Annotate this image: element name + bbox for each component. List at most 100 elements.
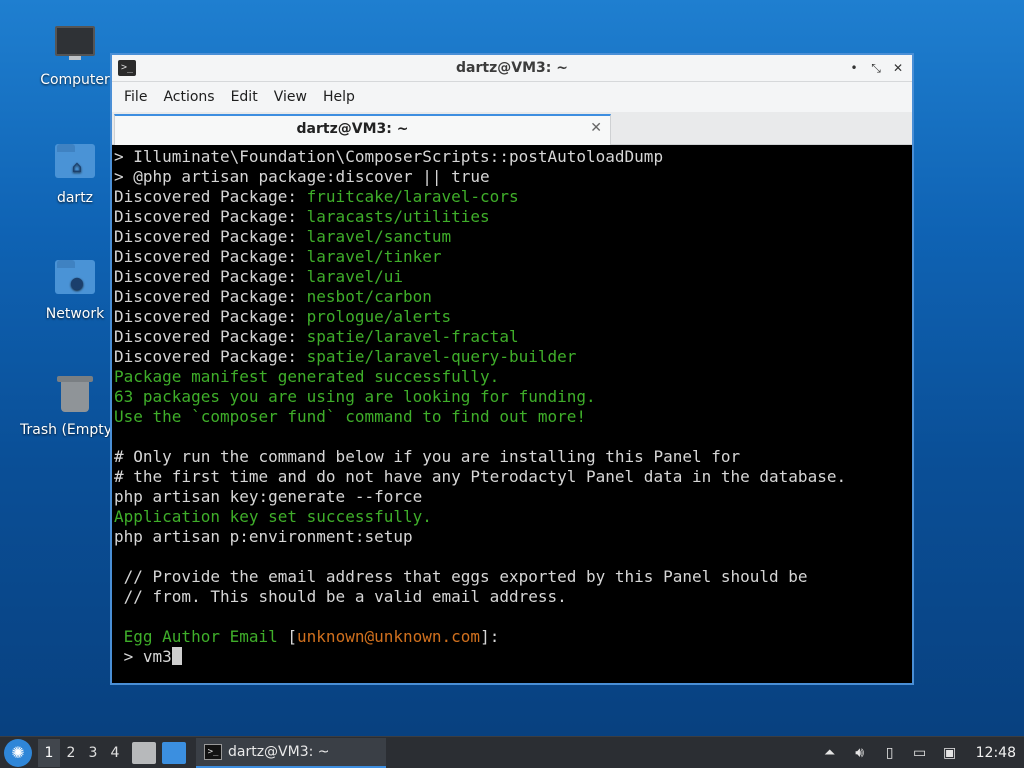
terminal-line: Discovered Package: fruitcake/laravel-co… <box>114 187 912 207</box>
terminal-line: Discovered Package: laravel/sanctum <box>114 227 912 247</box>
terminal-window[interactable]: >_ dartz@VM3: ~ • ⤡ ✕ File Actions Edit … <box>110 53 914 685</box>
terminal-line: Discovered Package: laravel/tinker <box>114 247 912 267</box>
text-cursor <box>171 647 182 665</box>
terminal-line: php artisan p:environment:setup <box>114 527 912 547</box>
terminal-text: # Only run the command below if you are … <box>114 447 741 466</box>
home-folder-icon: ⌂ <box>53 140 97 184</box>
terminal-line: # Only run the command below if you are … <box>114 447 912 467</box>
terminal-text: Discovered Package: <box>114 327 307 346</box>
terminal-line: Discovered Package: spatie/laravel-query… <box>114 347 912 367</box>
terminal-line: Discovered Package: laracasts/utilities <box>114 207 912 227</box>
taskbar-task-label: dartz@VM3: ~ <box>228 743 330 760</box>
terminal-text: laravel/ui <box>306 267 403 286</box>
terminal-text: # the first time and do not have any Pte… <box>114 467 847 486</box>
terminal-line: Use the `composer fund` command to find … <box>114 407 912 427</box>
terminal-line: # the first time and do not have any Pte… <box>114 467 912 487</box>
notes-tray-icon[interactable]: ▯ <box>880 743 900 763</box>
menu-bar: File Actions Edit View Help <box>112 82 912 112</box>
terminal-line: php artisan key:generate --force <box>114 487 912 507</box>
terminal-text: Discovered Package: <box>114 347 307 366</box>
terminal-text: Use the `composer fund` command to find … <box>114 407 587 426</box>
workspace-3[interactable]: 3 <box>82 739 104 767</box>
terminal-text: laravel/tinker <box>306 247 442 266</box>
terminal-line: Discovered Package: laravel/ui <box>114 267 912 287</box>
terminal-text: php artisan p:environment:setup <box>114 527 413 546</box>
terminal-text: Discovered Package: <box>114 207 307 226</box>
show-desktop-icon[interactable] <box>162 741 186 764</box>
menu-view[interactable]: View <box>266 89 315 105</box>
terminal-text: Egg Author Email <box>114 627 288 646</box>
update-tray-icon[interactable]: ▣ <box>940 743 960 763</box>
workspace-4[interactable]: 4 <box>104 739 126 767</box>
file-manager-launcher-icon[interactable] <box>132 741 156 764</box>
terminal-output[interactable]: > Illuminate\Foundation\ComposerScripts:… <box>112 147 912 683</box>
workspace-2[interactable]: 2 <box>60 739 82 767</box>
network-folder-icon: ● <box>53 256 97 300</box>
terminal-line: > Illuminate\Foundation\ComposerScripts:… <box>114 147 912 167</box>
clipboard-tray-icon[interactable]: ⏶ <box>820 743 840 763</box>
terminal-line: // Provide the email address that eggs e… <box>114 567 912 587</box>
terminal-text: Discovered Package: <box>114 227 307 246</box>
terminal-line: > vm3 <box>114 647 912 667</box>
terminal-text: spatie/laravel-fractal <box>306 327 519 346</box>
menu-edit[interactable]: Edit <box>223 89 266 105</box>
window-title: dartz@VM3: ~ <box>456 60 568 76</box>
terminal-line: Discovered Package: nesbot/carbon <box>114 287 912 307</box>
terminal-line: Package manifest generated successfully. <box>114 367 912 387</box>
workspace-1[interactable]: 1 <box>38 738 60 767</box>
terminal-text: nesbot/carbon <box>306 287 432 306</box>
taskbar: ✺ 1 2 3 4 >_ dartz@VM3: ~ ⏶ 🔊︎ ▯ ▭ ▣ 12:… <box>0 736 1024 768</box>
terminal-text: Application key set successfully. <box>114 507 432 526</box>
close-icon[interactable]: ✕ <box>890 59 906 77</box>
terminal-text: Discovered Package: <box>114 307 307 326</box>
terminal-text: 63 packages you are using are looking fo… <box>114 387 596 406</box>
volume-icon[interactable]: 🔊︎ <box>850 743 870 763</box>
tab-close-icon[interactable]: ✕ <box>590 120 602 136</box>
terminal-text: php artisan key:generate --force <box>114 487 423 506</box>
menu-help[interactable]: Help <box>315 89 363 105</box>
taskbar-task-terminal[interactable]: >_ dartz@VM3: ~ <box>196 737 386 768</box>
terminal-line: Egg Author Email [unknown@unknown.com]: <box>114 627 912 647</box>
terminal-text: // Provide the email address that eggs e… <box>114 567 808 586</box>
terminal-text: unknown@unknown.com <box>297 627 481 646</box>
terminal-text: Discovered Package: <box>114 267 307 286</box>
terminal-line: 63 packages you are using are looking fo… <box>114 387 912 407</box>
terminal-text: [ <box>287 627 298 646</box>
start-menu-icon[interactable]: ✺ <box>4 738 32 767</box>
maximize-icon[interactable]: ⤡ <box>868 59 884 77</box>
terminal-line: Application key set successfully. <box>114 507 912 527</box>
computer-icon <box>53 22 97 66</box>
terminal-text: // from. This should be a valid email ad… <box>114 587 567 606</box>
minimize-icon[interactable]: • <box>846 59 862 77</box>
menu-actions[interactable]: Actions <box>155 89 222 105</box>
terminal-text: Package manifest generated successfully. <box>114 367 500 386</box>
terminal-line: // from. This should be a valid email ad… <box>114 587 912 607</box>
title-bar[interactable]: >_ dartz@VM3: ~ • ⤡ ✕ <box>112 55 912 82</box>
terminal-text: Discovered Package: <box>114 247 307 266</box>
terminal-text: ]: <box>480 627 500 646</box>
terminal-tab[interactable]: dartz@VM3: ~ ✕ <box>114 114 611 145</box>
desktop-icon-label: Trash (Empty) <box>20 422 110 438</box>
clock[interactable]: 12:48 <box>976 745 1016 761</box>
terminal-text: Discovered Package: <box>114 287 307 306</box>
terminal-line: Discovered Package: prologue/alerts <box>114 307 912 327</box>
terminal-text: > @php artisan package:discover || true <box>114 167 490 186</box>
terminal-text: Discovered Package: <box>114 187 307 206</box>
terminal-task-icon: >_ <box>204 743 222 760</box>
terminal-text: prologue/alerts <box>306 307 452 326</box>
menu-file[interactable]: File <box>116 89 155 105</box>
terminal-line: Discovered Package: spatie/laravel-fract… <box>114 327 912 347</box>
terminal-text: fruitcake/laravel-cors <box>306 187 519 206</box>
terminal-text: laravel/sanctum <box>306 227 452 246</box>
terminal-line: > @php artisan package:discover || true <box>114 167 912 187</box>
network-tray-icon[interactable]: ▭ <box>910 743 930 763</box>
terminal-text: spatie/laravel-query-builder <box>306 347 577 366</box>
trash-icon <box>53 372 97 416</box>
terminal-text: > Illuminate\Foundation\ComposerScripts:… <box>114 147 664 166</box>
terminal-text: laracasts/utilities <box>306 207 490 226</box>
tab-bar: dartz@VM3: ~ ✕ <box>112 112 912 145</box>
terminal-text: > vm3 <box>114 647 172 666</box>
